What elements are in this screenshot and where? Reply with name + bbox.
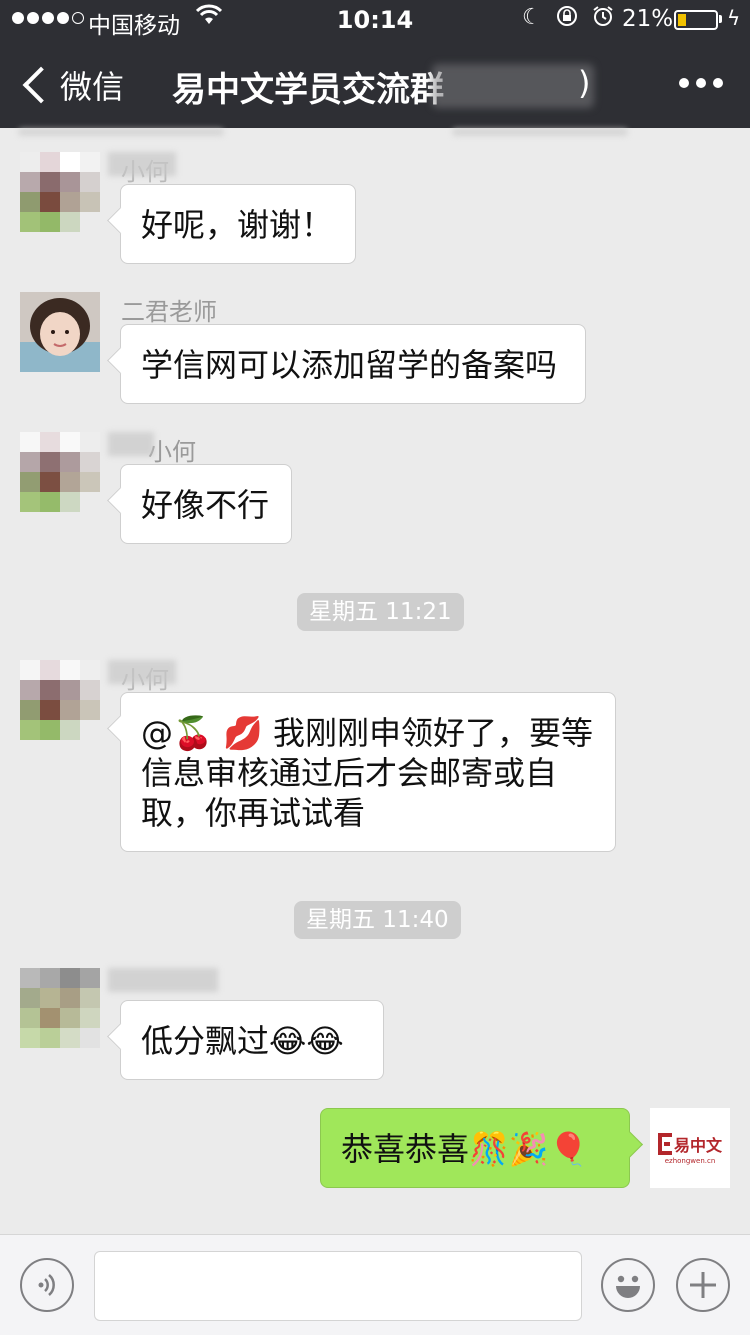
my-avatar[interactable]: 易中文 ezhongwen.cn (650, 1108, 730, 1188)
message-text: 低分飘过😂😂 (141, 1022, 344, 1060)
pixelated-avatar (20, 968, 100, 1048)
chat-title-tail: ) (578, 64, 591, 102)
charging-icon: ϟ (727, 6, 741, 30)
title-redaction (432, 64, 594, 108)
emoji-icon[interactable] (601, 1258, 655, 1312)
pixelated-avatar (20, 152, 100, 232)
avatar[interactable] (20, 660, 100, 740)
pixelated-avatar (20, 660, 100, 740)
status-bar: 中国移动 10:14 ☾ 21% ϟ (0, 0, 750, 40)
message-text: 好像不行 (141, 486, 270, 524)
logo-subtext: ezhongwen.cn (664, 1156, 716, 1165)
message-text-line: @🍒 💋 我刚刚申领好了，要等 (141, 714, 594, 752)
rotation-lock-icon (556, 5, 578, 33)
scrolled-content-remnant (18, 128, 224, 136)
avatar[interactable] (20, 432, 100, 512)
message-bubble[interactable]: 学信网可以添加留学的备案吗 (120, 324, 586, 404)
logo-text: 易中文 (673, 1135, 722, 1155)
chat-title-text: 易中文学员交流群 (172, 70, 444, 110)
message-text-line: 信息审核通过后才会邮寄或自 (141, 754, 558, 792)
message-text-line: 取，你再试试看 (141, 794, 366, 832)
more-icon[interactable] (679, 78, 723, 88)
back-button[interactable]: 微信 (20, 62, 124, 108)
avatar[interactable] (20, 152, 100, 232)
battery-percent: 21% (622, 6, 674, 32)
message-bubble[interactable]: 低分飘过😂😂 (120, 1000, 384, 1080)
top-bar: 中国移动 10:14 ☾ 21% ϟ 微信 易中文学员交流群 ) (0, 0, 750, 128)
message-bubble[interactable]: @🍒 💋 我刚刚申领好了，要等 信息审核通过后才会邮寄或自 取，你再试试看 (120, 692, 616, 852)
ezhongwen-logo-icon (657, 1132, 672, 1155)
name-redaction (108, 432, 154, 456)
pixelated-avatar (20, 432, 100, 512)
voice-icon[interactable] (20, 1258, 74, 1312)
message-bubble[interactable]: 好呢，谢谢！ (120, 184, 356, 264)
sender-name: 小何 (148, 438, 196, 466)
battery-icon (674, 10, 718, 30)
back-label: 微信 (60, 68, 125, 106)
avatar[interactable] (20, 968, 100, 1048)
name-redaction (108, 968, 218, 992)
name-redaction (108, 660, 176, 684)
message-text: 恭喜恭喜🎊🎉🎈 (341, 1130, 589, 1168)
timestamp-pill: 星期五 11:21 (297, 593, 464, 631)
plus-icon[interactable] (676, 1258, 730, 1312)
my-message-bubble[interactable]: 恭喜恭喜🎊🎉🎈 (320, 1108, 630, 1188)
alarm-icon (592, 5, 614, 33)
moon-icon: ☾ (522, 5, 542, 30)
name-redaction (108, 152, 176, 176)
avatar[interactable] (20, 292, 100, 372)
chevron-left-icon (22, 66, 60, 104)
teacher-avatar-photo (20, 292, 100, 372)
message-text: 学信网可以添加留学的备案吗 (141, 346, 558, 384)
message-text: 好呢，谢谢！ (141, 206, 334, 244)
timestamp-pill: 星期五 11:40 (294, 901, 461, 939)
message-bubble[interactable]: 好像不行 (120, 464, 292, 544)
chat-title: 易中文学员交流群 (172, 62, 444, 111)
scrolled-content-remnant (452, 128, 628, 136)
message-input[interactable] (94, 1251, 582, 1321)
input-bar (0, 1234, 750, 1335)
sender-name: 二君老师 (121, 298, 217, 326)
